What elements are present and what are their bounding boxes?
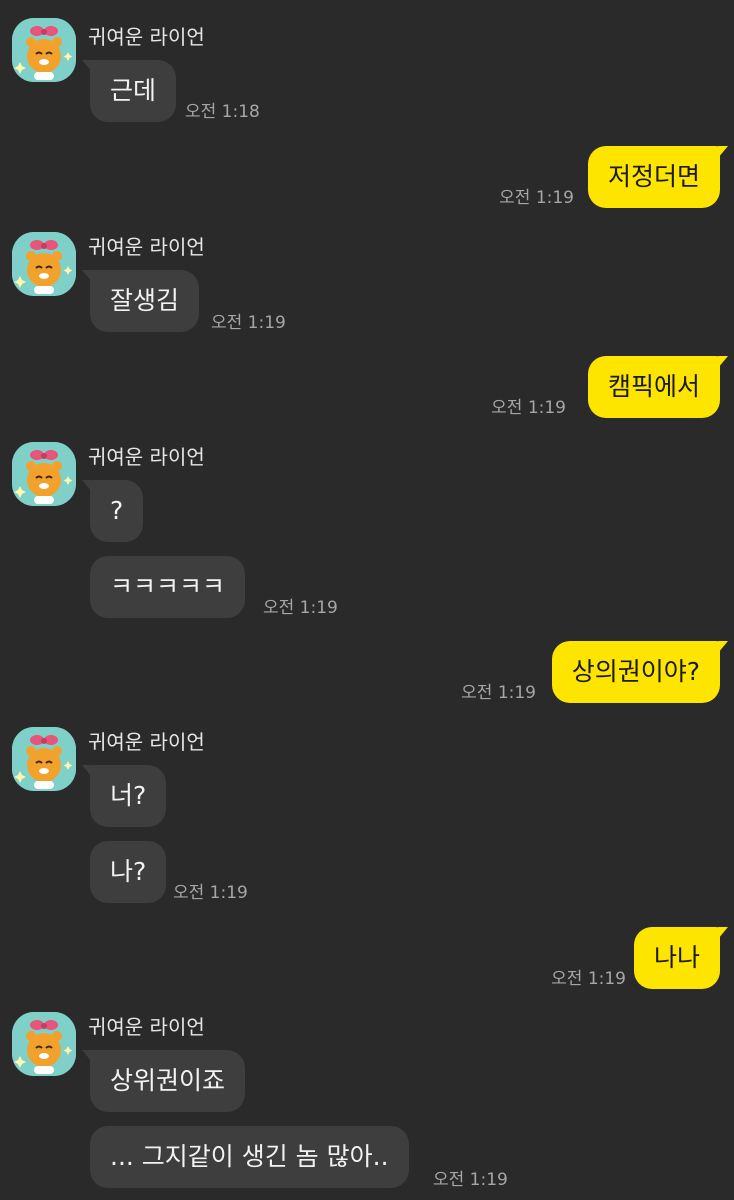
outgoing-message[interactable]: 나나 bbox=[633, 927, 720, 989]
outgoing-message[interactable]: 저정더면 bbox=[587, 146, 720, 208]
ryan-avatar-icon[interactable] bbox=[12, 727, 76, 791]
incoming-message[interactable]: 근데 bbox=[90, 60, 177, 122]
sender-name: 귀여운 라이언 bbox=[88, 1015, 205, 1039]
incoming-message[interactable]: 잘생김 bbox=[90, 270, 200, 332]
bubble-tail bbox=[718, 146, 728, 158]
incoming-message[interactable]: ? bbox=[90, 480, 144, 542]
message-time: 오전 1:19 bbox=[499, 188, 574, 208]
bubble-tail bbox=[718, 356, 728, 368]
bubble-tail bbox=[718, 927, 728, 939]
incoming-message[interactable]: 너? bbox=[90, 765, 167, 827]
message-time: 오전 1:19 bbox=[173, 883, 248, 903]
incoming-message[interactable]: ... 그지같이 생긴 놈 많아.. bbox=[90, 1126, 409, 1188]
sender-name: 귀여운 라이언 bbox=[88, 730, 205, 754]
ryan-avatar-icon[interactable] bbox=[12, 232, 76, 296]
sender-name: 귀여운 라이언 bbox=[88, 445, 205, 469]
outgoing-message[interactable]: 캠픽에서 bbox=[587, 356, 720, 418]
message-time: 오전 1:18 bbox=[185, 102, 260, 122]
chat-room: 귀여운 라이언 근데 오전 1:18 오전 1:19 저정더면 귀여운 라이언 … bbox=[0, 0, 734, 1200]
message-time: 오전 1:19 bbox=[211, 313, 286, 333]
incoming-message[interactable]: 상위권이죠 bbox=[90, 1050, 246, 1112]
sender-name: 귀여운 라이언 bbox=[88, 25, 205, 49]
ryan-avatar-icon[interactable] bbox=[12, 1012, 76, 1076]
ryan-avatar-icon[interactable] bbox=[12, 442, 76, 506]
outgoing-message[interactable]: 상의권이야? bbox=[551, 641, 720, 703]
message-time: 오전 1:19 bbox=[263, 598, 338, 618]
ryan-avatar-icon[interactable] bbox=[12, 18, 76, 82]
sender-name: 귀여운 라이언 bbox=[88, 235, 205, 259]
message-time: 오전 1:19 bbox=[491, 398, 566, 418]
incoming-message[interactable]: ㅋㅋㅋㅋㅋ bbox=[90, 556, 246, 618]
incoming-message[interactable]: 나? bbox=[90, 841, 167, 903]
message-time: 오전 1:19 bbox=[461, 683, 536, 703]
bubble-tail bbox=[718, 641, 728, 653]
message-time: 오전 1:19 bbox=[551, 969, 626, 989]
message-time: 오전 1:19 bbox=[433, 1170, 508, 1190]
